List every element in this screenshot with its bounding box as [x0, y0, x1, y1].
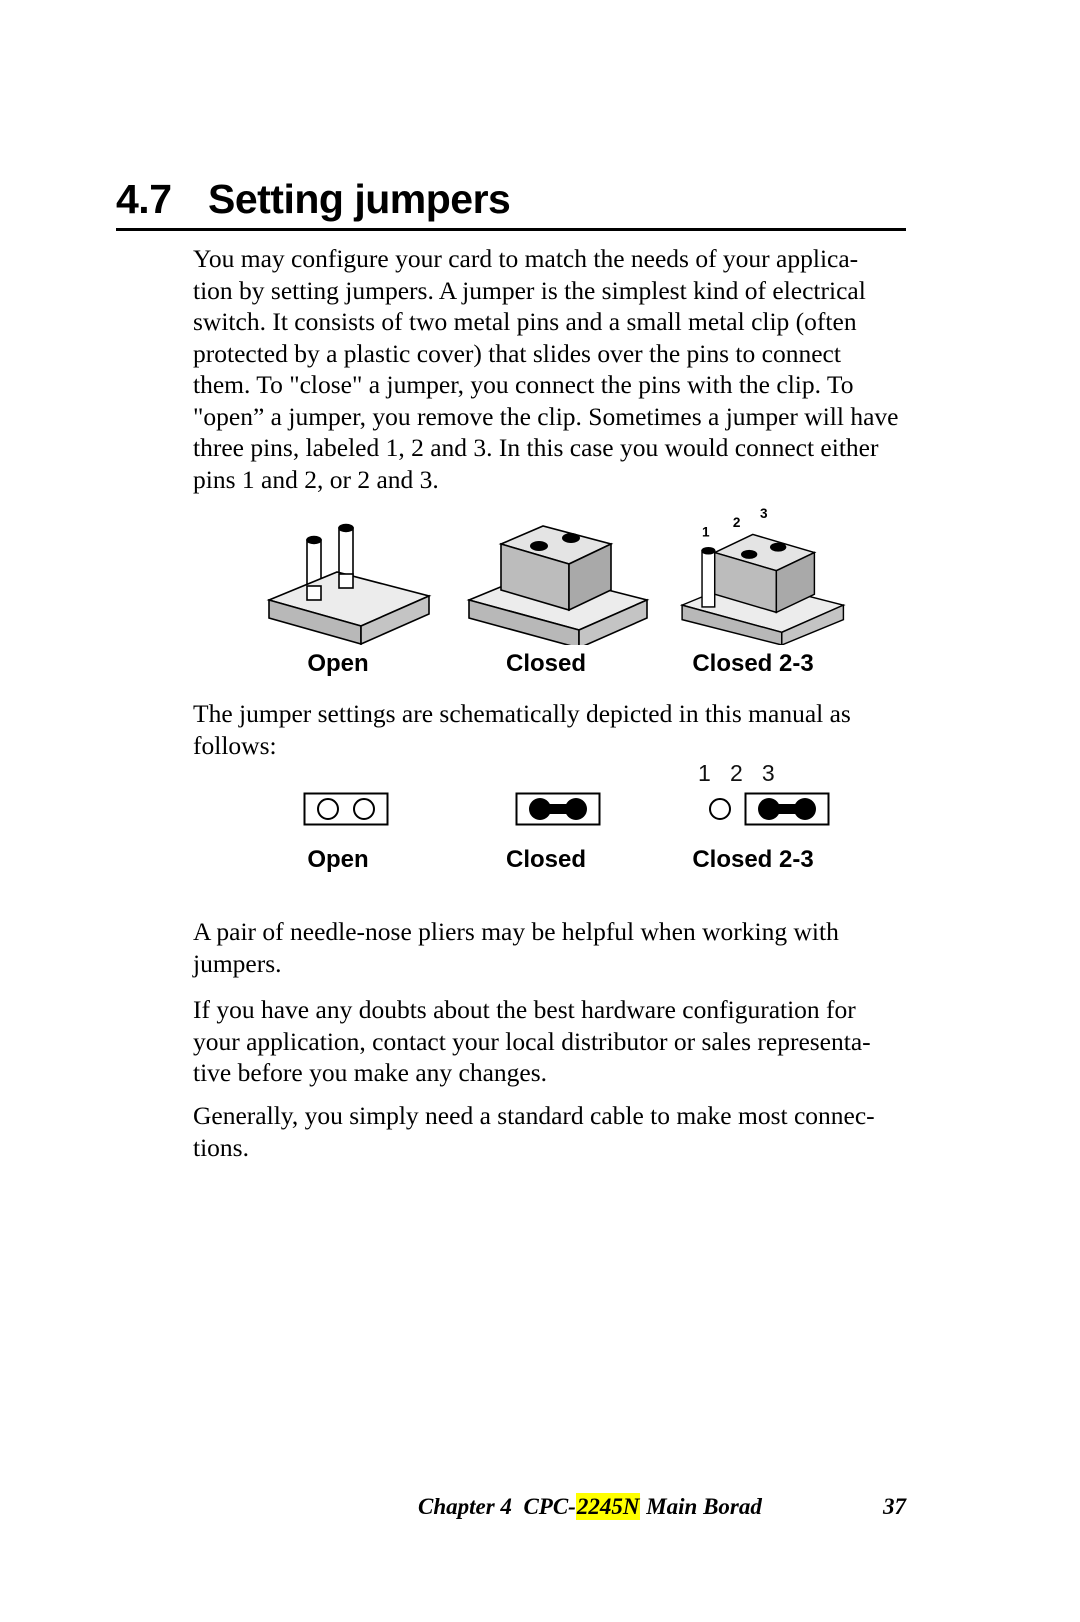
schematic-pin-closed-2	[565, 798, 587, 820]
paragraph-intro: You may configure your card to match the…	[193, 243, 908, 495]
page-number: 37	[883, 1494, 906, 1519]
paragraph-line: A pair of needle-nose pliers may be help…	[193, 917, 839, 946]
paragraph-line: protected by a plastic cover) that slide…	[193, 338, 841, 368]
jumper-open-3d-illustration	[266, 523, 432, 645]
document-page: 4.7 Setting jumpers You may configure you…	[0, 0, 1080, 1622]
schematic-pin-2-closed	[758, 798, 780, 820]
section-title-text: Setting jumpers	[208, 176, 511, 222]
cap-hole-1	[530, 541, 548, 551]
schematic-closed-2-3	[709, 792, 830, 826]
paragraph-line: tion by setting jumpers. A jumper is the…	[193, 275, 866, 305]
cap-hole-2	[562, 533, 580, 543]
cap-hole-3	[770, 542, 787, 552]
schematic-pin-open-1	[317, 798, 339, 820]
paragraph-pliers: A pair of needle-nose pliers may be help…	[193, 916, 908, 979]
schematic-pin-numbers: 1 2 3	[698, 760, 775, 786]
paragraph-line: tive before you make any changes.	[193, 1058, 548, 1087]
schematic-pin-closed-1	[529, 798, 551, 820]
pin-label-2: 2	[733, 515, 741, 530]
jumper-closed23-3d-illustration: 1 2 3	[679, 506, 846, 645]
pin-label-3: 3	[760, 506, 768, 521]
page-title: 4.7 Setting jumpers	[116, 175, 906, 223]
footer-product-prefix: CPC-	[523, 1494, 576, 1519]
footer-product-suffix: Main Borad	[640, 1494, 762, 1519]
pin-seat-left	[306, 585, 322, 601]
schematic-box	[303, 792, 389, 826]
footer-chapter-line: Chapter 4 CPC-2245N Main Borad	[418, 1492, 762, 1522]
paragraph-line: You may configure your card to match the…	[193, 244, 859, 273]
schematic-closed	[515, 792, 601, 826]
schematic-caption-closed-2-3: Closed 2-3	[692, 846, 814, 873]
paragraph-line: three pins, labeled 1, 2 and 3. In this …	[193, 433, 879, 462]
jumper-schematic-caption-row: Open Closed Closed 2-3	[193, 846, 908, 878]
schematic-caption-closed: Closed	[505, 846, 586, 873]
section-heading: 4.7 Setting jumpers	[116, 175, 906, 223]
jumper-schematic-row: 1 2 3	[193, 760, 908, 830]
caption-closed-2-3: Closed 2-3	[692, 650, 814, 677]
pin-label-1: 1	[702, 524, 710, 539]
caption-open: Open	[307, 650, 369, 677]
paragraph-line: follows:	[193, 730, 277, 760]
paragraph-line: "open” a jumper, you remove the clip. So…	[193, 401, 899, 431]
footer-product-highlight: 2245N	[575, 1493, 641, 1520]
paragraph-line: jumpers.	[193, 948, 282, 978]
jumper-3d-caption-row: Open Closed Closed 2-3	[193, 650, 908, 682]
heading-divider	[116, 228, 906, 231]
footer-chapter: Chapter 4	[418, 1494, 512, 1519]
paragraph-line: them. To "close" a jumper, you connect t…	[193, 370, 854, 399]
paragraph-line: your application, contact your local dis…	[193, 1026, 871, 1056]
paragraph-schematic-intro: The jumper settings are schematically de…	[193, 698, 908, 761]
schematic-pin-1-open	[709, 798, 731, 820]
jumper-closed-3d-illustration	[466, 525, 650, 645]
page-footer: Chapter 4 CPC-2245N Main Borad 37	[116, 1492, 906, 1532]
schematic-pin-3-closed	[794, 798, 816, 820]
section-number: 4.7	[116, 176, 172, 222]
schematic-caption-open: Open	[307, 846, 369, 873]
jumper-pin-1	[701, 546, 716, 608]
paragraph-line: Generally, you simply need a standard ca…	[193, 1101, 875, 1130]
schematic-open	[303, 792, 389, 826]
footer-spacer	[512, 1494, 524, 1519]
schematic-pin-open-2	[353, 798, 375, 820]
paragraph-doubts: If you have any doubts about the best ha…	[193, 994, 908, 1089]
paragraph-line: pins 1 and 2, or 2 and 3.	[193, 464, 439, 494]
caption-closed: Closed	[505, 650, 586, 677]
pin-seat-right	[338, 573, 354, 589]
cap-hole-2	[741, 549, 758, 559]
paragraph-general: Generally, you simply need a standard ca…	[193, 1100, 908, 1163]
paragraph-line: The jumper settings are schematically de…	[193, 699, 851, 728]
paragraph-line: If you have any doubts about the best ha…	[193, 995, 856, 1024]
paragraph-line: switch. It consists of two metal pins an…	[193, 307, 857, 336]
paragraph-line: tions.	[193, 1132, 249, 1162]
